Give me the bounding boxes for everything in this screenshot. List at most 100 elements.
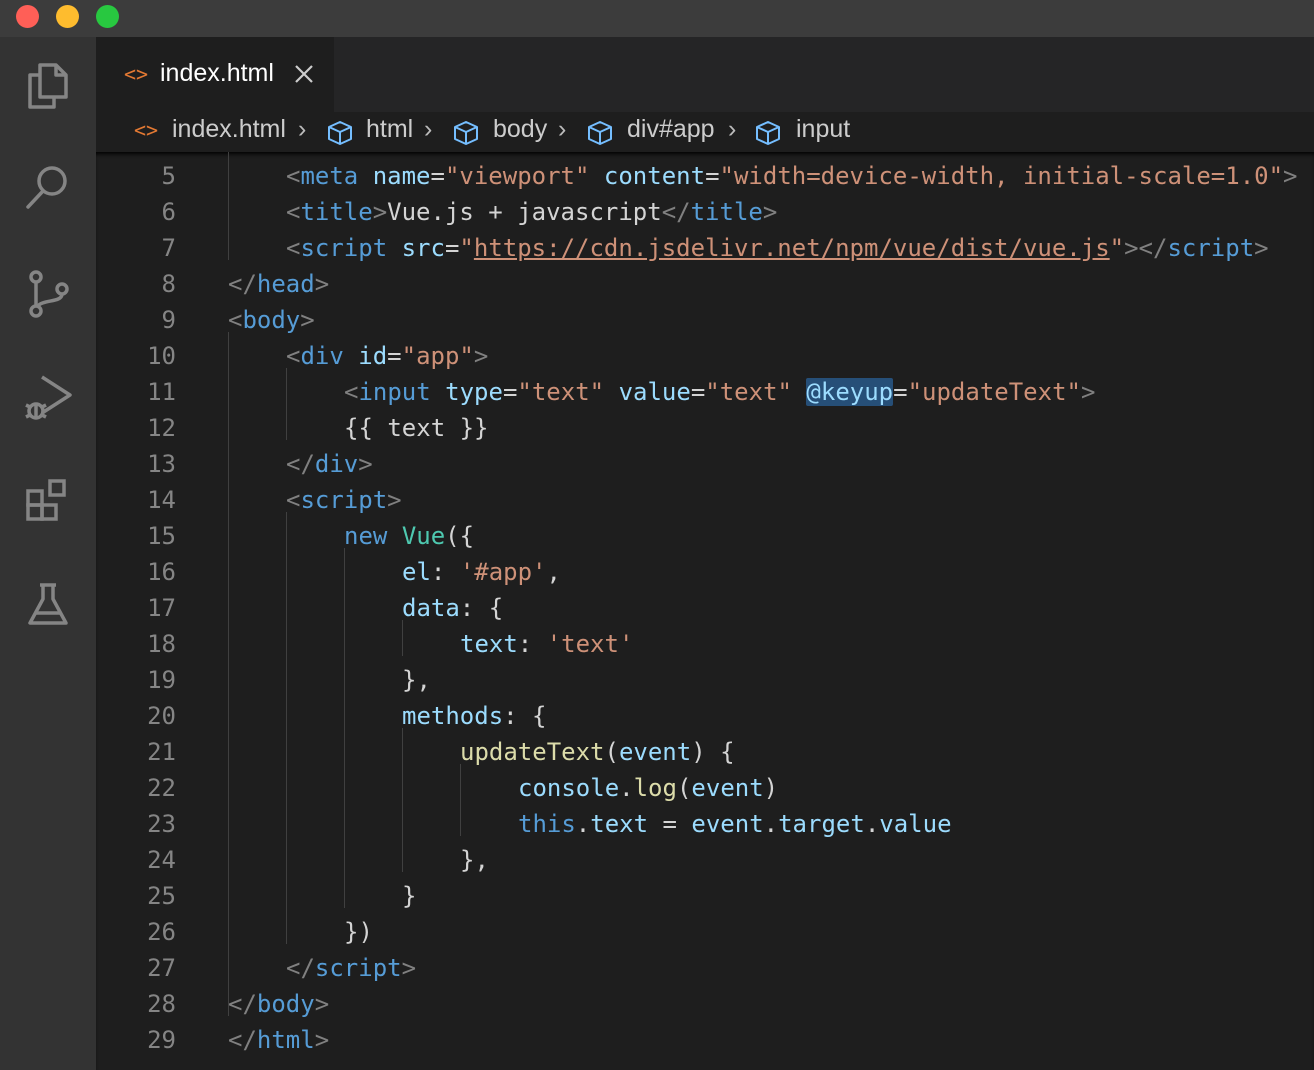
code-token: > [314, 1026, 330, 1054]
line-number: 7 [161, 234, 176, 262]
code-line[interactable]: 29 </html> [96, 1022, 1314, 1058]
code-token: , [546, 558, 561, 586]
code-token: = [705, 162, 720, 190]
code-line[interactable]: 6 <title>Vue.js + javascript</title> [96, 194, 1314, 230]
element-cube-icon [756, 121, 780, 145]
code-token: > [1283, 162, 1298, 190]
breadcrumb-item-body[interactable]: body [493, 115, 547, 144]
code-text: el: '#app', [402, 554, 561, 590]
code-line[interactable]: 13 </div> [96, 446, 1314, 482]
code-line[interactable]: 20 methods: { [96, 698, 1314, 734]
close-icon[interactable] [292, 62, 316, 86]
line-number: 10 [147, 342, 176, 370]
code-token: : [430, 558, 460, 586]
code-text: }, [460, 842, 489, 878]
line-number: 29 [147, 1026, 176, 1054]
line-number: 11 [147, 378, 176, 406]
code-text: <script src="https://cdn.jsdelivr.net/np… [286, 230, 1269, 266]
html-file-icon: <> [134, 118, 159, 142]
maximize-window-button[interactable] [96, 5, 119, 28]
code-token: '#app' [459, 558, 547, 586]
code-line[interactable]: 7 <script src="https://cdn.jsdelivr.net/n… [96, 230, 1314, 266]
code-token: ( [604, 738, 619, 766]
code-text: <title>Vue.js + javascript</title> [286, 194, 777, 230]
code-token: value [879, 810, 952, 838]
code-line[interactable]: 14 <script> [96, 482, 1314, 518]
code-line[interactable]: 23 this.text = event.target.value [96, 806, 1314, 842]
code-token: ) [763, 774, 779, 802]
code-token: > [473, 342, 489, 370]
code-token: title [300, 198, 373, 226]
code-token: </ [286, 954, 315, 982]
breadcrumb-item-div[interactable]: div#app [627, 115, 715, 144]
line-number: 23 [147, 810, 176, 838]
search-icon[interactable] [20, 159, 76, 215]
code-token: "text" [517, 378, 605, 406]
code-token: "text" [705, 378, 792, 406]
code-line[interactable]: 25} [96, 878, 1314, 914]
breadcrumb-item-input[interactable]: input [796, 115, 850, 144]
code-line[interactable]: 11 <input type="text" value="text" @keyup… [96, 374, 1314, 410]
breadcrumb-item-file[interactable]: index.html [172, 115, 286, 144]
minimize-window-button[interactable] [56, 5, 79, 28]
line-number: 19 [147, 666, 176, 694]
code-token: = [690, 378, 706, 406]
title-bar [0, 0, 1314, 37]
code-token: methods [402, 702, 504, 730]
code-token: = [502, 378, 518, 406]
run-debug-icon[interactable] [20, 369, 76, 425]
code-editor[interactable]: 5 <meta name="viewport" content="width=de… [96, 152, 1314, 1070]
code-token: > [401, 954, 417, 982]
source-control-icon[interactable] [20, 265, 76, 321]
code-token: </ [661, 198, 691, 226]
code-line[interactable]: 5 <meta name="viewport" content="width=de… [96, 158, 1314, 194]
code-token: https://cdn.jsdelivr.net/npm/vue/dist/vu… [473, 234, 1110, 262]
tab-index-html[interactable]: <> index.html [96, 37, 334, 112]
tab-bar: <> index.html [96, 37, 1314, 112]
code-token: {{ text }} [344, 414, 489, 442]
code-line[interactable]: 16 el: '#app', [96, 554, 1314, 590]
code-text: </head> [228, 266, 329, 302]
code-token: = [387, 342, 402, 370]
code-line[interactable]: 27 </script> [96, 950, 1314, 986]
code-line[interactable]: 17 data: { [96, 590, 1314, 626]
code-line[interactable]: 12 {{ text }} [96, 410, 1314, 446]
code-line[interactable]: 22 console.log(event) [96, 770, 1314, 806]
code-line[interactable]: 9 <body> [96, 302, 1314, 338]
code-token: </ [228, 1026, 257, 1054]
line-number: 14 [147, 486, 176, 514]
code-text: }, [402, 662, 431, 698]
code-line[interactable]: 21 updateText(event) { [96, 734, 1314, 770]
code-line[interactable]: 15 new Vue({ [96, 518, 1314, 554]
explorer-icon[interactable] [20, 57, 76, 113]
breadcrumb-item-html[interactable]: html [366, 115, 413, 144]
code-text: console.log(event) [518, 770, 778, 806]
testing-icon[interactable] [20, 577, 76, 633]
code-token: < [344, 378, 359, 406]
code-line[interactable]: 19}, [96, 662, 1314, 698]
chevron-right-icon: › [424, 115, 433, 143]
code-token: : { [503, 702, 547, 730]
code-line[interactable]: 8 </head> [96, 266, 1314, 302]
code-token: > [358, 450, 373, 478]
code-text: <meta name="viewport" content="width=dev… [286, 158, 1298, 194]
code-token: }) [344, 918, 373, 946]
code-token: < [286, 234, 301, 262]
extensions-icon[interactable] [20, 473, 76, 529]
code-token: script [300, 486, 388, 514]
code-token: }, [460, 846, 489, 874]
code-line[interactable]: 24}, [96, 842, 1314, 878]
code-line[interactable]: 28 </body> [96, 986, 1314, 1022]
code-text: }) [344, 914, 373, 950]
code-line[interactable]: 10 <div id="app"> [96, 338, 1314, 374]
close-window-button[interactable] [16, 5, 39, 28]
code-token: < [286, 162, 301, 190]
code-token: < [228, 306, 243, 334]
code-token: body [256, 990, 315, 1018]
code-token: this [518, 810, 576, 838]
code-line[interactable]: 18 text: 'text' [96, 626, 1314, 662]
code-line[interactable]: 26}) [96, 914, 1314, 950]
code-token: "app" [401, 342, 474, 370]
